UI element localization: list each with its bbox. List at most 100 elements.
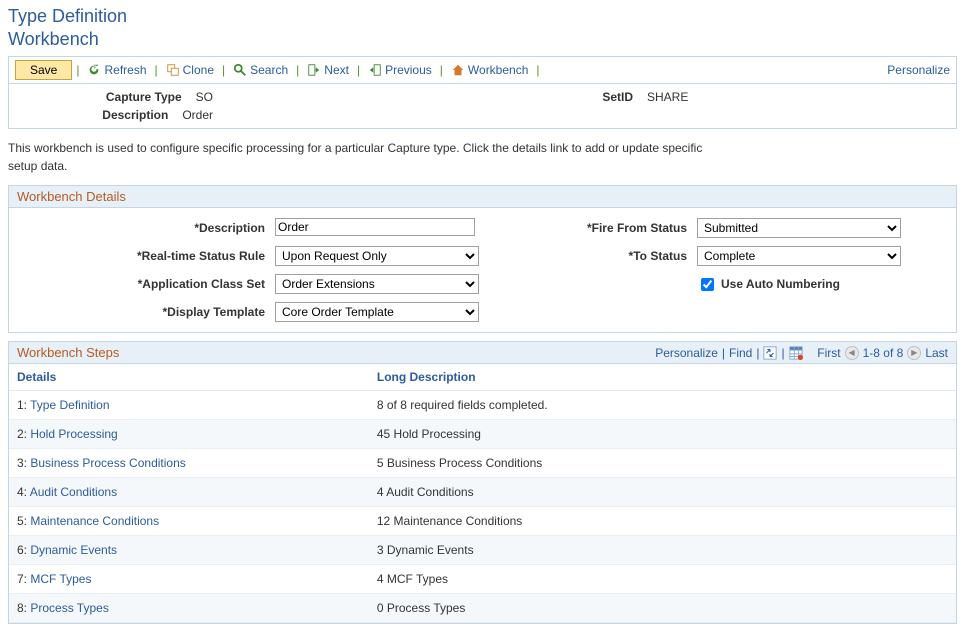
toolbar-separator: | — [296, 63, 299, 77]
details-cell: 7: MCF Types — [9, 565, 369, 594]
auto-numbering-label[interactable]: Use Auto Numbering — [721, 277, 840, 291]
workbench-details-box: Workbench Details *Description *Fire Fro… — [8, 185, 957, 333]
details-cell: 1: Type Definition — [9, 391, 369, 420]
search-link[interactable]: Search — [233, 63, 288, 77]
app-class-label: *Application Class Set — [19, 277, 269, 291]
toolbar-container: Save | Refresh | Clone | Search | Next |… — [8, 56, 957, 129]
detail-link[interactable]: Maintenance Conditions — [30, 514, 159, 528]
search-label: Search — [250, 63, 288, 77]
save-button[interactable]: Save — [15, 60, 72, 80]
auto-numbering-checkbox[interactable] — [701, 278, 714, 291]
workbench-steps-title: Workbench Steps — [17, 345, 119, 360]
grid-next-button[interactable]: ▶ — [907, 346, 921, 360]
grid-first-label[interactable]: First — [817, 346, 840, 360]
long-desc-cell: 5 Business Process Conditions — [369, 449, 956, 478]
toolbar-separator: | — [536, 63, 539, 77]
grid-actions: Personalize | Find | | First ◀ 1-8 of 8 … — [655, 346, 948, 360]
workbench-details-header: Workbench Details — [9, 186, 956, 208]
table-row: 3: Business Process Conditions5 Business… — [9, 449, 956, 478]
description-label: Description — [17, 108, 176, 122]
details-cell: 6: Dynamic Events — [9, 536, 369, 565]
page-title: Type Definition — [8, 6, 961, 27]
detail-link[interactable]: Type Definition — [30, 398, 109, 412]
table-row: 6: Dynamic Events3 Dynamic Events — [9, 536, 956, 565]
grid-separator: | — [722, 346, 725, 360]
display-template-label: *Display Template — [19, 305, 269, 319]
setid-value: SHARE — [641, 90, 688, 122]
grid-find-link[interactable]: Find — [729, 346, 752, 360]
grid-range-label: 1-8 of 8 — [863, 346, 904, 360]
details-cell: 5: Maintenance Conditions — [9, 507, 369, 536]
toolbar-separator: | — [222, 63, 225, 77]
col-details[interactable]: Details — [9, 364, 369, 391]
long-desc-cell: 4 MCF Types — [369, 565, 956, 594]
row-number: 3: — [17, 456, 30, 470]
detail-link[interactable]: Audit Conditions — [30, 485, 117, 499]
row-number: 5: — [17, 514, 30, 528]
row-number: 8: — [17, 601, 30, 615]
next-link[interactable]: Next — [307, 63, 349, 77]
table-row: 5: Maintenance Conditions12 Maintenance … — [9, 507, 956, 536]
description-input[interactable] — [275, 218, 475, 236]
details-cell: 4: Audit Conditions — [9, 478, 369, 507]
home-icon — [451, 63, 465, 77]
realtime-select[interactable]: Upon Request Only — [275, 246, 479, 266]
setid-label: SetID — [581, 90, 641, 122]
description-field-label: *Description — [19, 221, 269, 235]
row-number: 6: — [17, 543, 30, 557]
header-info: Capture TypeSO DescriptionOrder SetIDSHA… — [9, 84, 956, 128]
toolbar: Save | Refresh | Clone | Search | Next |… — [9, 57, 956, 84]
realtime-label: *Real-time Status Rule — [19, 249, 269, 263]
previous-label: Previous — [385, 63, 432, 77]
grid-separator: | — [756, 346, 759, 360]
long-desc-cell: 12 Maintenance Conditions — [369, 507, 956, 536]
grid-prev-button[interactable]: ◀ — [845, 346, 859, 360]
app-class-select[interactable]: Order Extensions — [275, 274, 479, 294]
table-row: 7: MCF Types4 MCF Types — [9, 565, 956, 594]
fire-from-select[interactable]: Submitted — [697, 218, 901, 238]
grid-personalize-link[interactable]: Personalize — [655, 346, 718, 360]
long-desc-cell: 4 Audit Conditions — [369, 478, 956, 507]
table-row: 4: Audit Conditions4 Audit Conditions — [9, 478, 956, 507]
grid-last-label[interactable]: Last — [925, 346, 948, 360]
toolbar-separator: | — [357, 63, 360, 77]
toolbar-separator: | — [76, 63, 79, 77]
page-subtitle: Workbench — [8, 29, 961, 50]
details-cell: 3: Business Process Conditions — [9, 449, 369, 478]
table-row: 1: Type Definition8 of 8 required fields… — [9, 391, 956, 420]
row-number: 2: — [17, 427, 30, 441]
capture-type-value: SO — [190, 90, 213, 104]
to-status-select[interactable]: Complete — [697, 246, 901, 266]
refresh-icon — [87, 63, 101, 77]
detail-link[interactable]: Business Process Conditions — [30, 456, 185, 470]
zoom-icon[interactable] — [763, 346, 777, 360]
previous-link[interactable]: Previous — [368, 63, 432, 77]
detail-link[interactable]: Dynamic Events — [30, 543, 117, 557]
toolbar-separator: | — [155, 63, 158, 77]
workbench-steps-box: Workbench Steps Personalize | Find | | F… — [8, 341, 957, 624]
detail-link[interactable]: Hold Processing — [30, 427, 117, 441]
previous-icon — [368, 63, 382, 77]
workbench-label: Workbench — [468, 63, 528, 77]
long-desc-cell: 8 of 8 required fields completed. — [369, 391, 956, 420]
workbench-link[interactable]: Workbench — [451, 63, 528, 77]
capture-type-label: Capture Type — [17, 90, 190, 104]
workbench-details-form: *Description *Fire From Status Submitted… — [9, 208, 956, 332]
table-row: 8: Process Types 0 Process Types — [9, 594, 956, 623]
long-desc-cell: 0 Process Types — [369, 594, 956, 623]
refresh-link[interactable]: Refresh — [87, 63, 146, 77]
clone-label: Clone — [183, 63, 214, 77]
table-row: 2: Hold Processing45 Hold Processing — [9, 420, 956, 449]
detail-link[interactable]: MCF Types — [30, 572, 91, 586]
toolbar-separator: | — [440, 63, 443, 77]
long-desc-cell: 3 Dynamic Events — [369, 536, 956, 565]
clone-link[interactable]: Clone — [166, 63, 214, 77]
personalize-link[interactable]: Personalize — [887, 63, 950, 77]
display-template-select[interactable]: Core Order Template — [275, 302, 479, 322]
spreadsheet-icon[interactable] — [789, 346, 803, 360]
next-label: Next — [324, 63, 349, 77]
clone-icon — [166, 63, 180, 77]
col-long-desc[interactable]: Long Description — [369, 364, 956, 391]
detail-link[interactable]: Process Types — [30, 601, 108, 615]
description-value: Order — [176, 108, 213, 122]
